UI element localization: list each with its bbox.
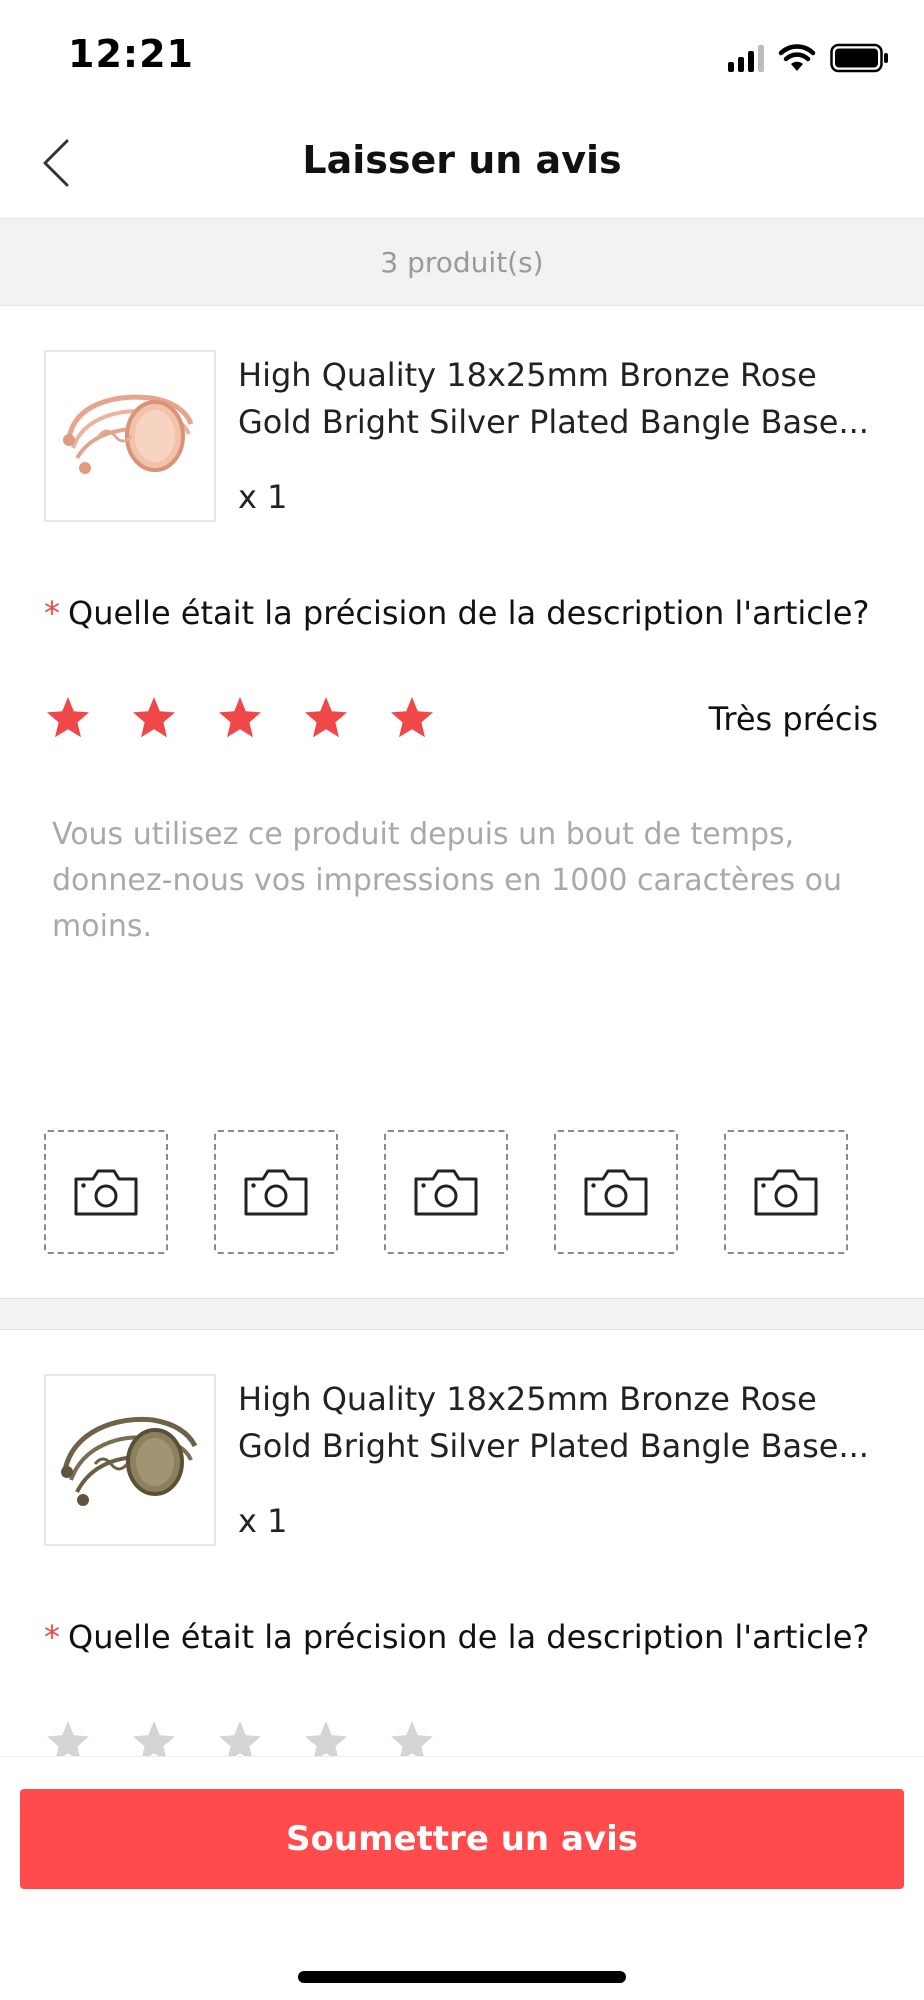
bronze-bangle-image bbox=[44, 1374, 216, 1546]
home-indicator bbox=[298, 1971, 626, 1983]
product-quantity: x 1 bbox=[238, 478, 288, 516]
rose-gold-bangle-image bbox=[44, 350, 216, 522]
section-divider bbox=[0, 1298, 924, 1330]
battery-icon bbox=[830, 43, 888, 73]
product-review-card-1: High Quality 18x25mm Bronze Rose Gold Br… bbox=[0, 306, 924, 1298]
product-review-card-2: High Quality 18x25mm Bronze Rose Gold Br… bbox=[0, 1330, 924, 1762]
product-title[interactable]: High Quality 18x25mm Bronze Rose Gold Br… bbox=[238, 1376, 878, 1470]
add-photo-button[interactable] bbox=[554, 1130, 678, 1254]
required-mark: * bbox=[44, 1618, 60, 1656]
add-photo-button[interactable] bbox=[384, 1130, 508, 1254]
product-title[interactable]: High Quality 18x25mm Bronze Rose Gold Br… bbox=[238, 352, 878, 446]
camera-icon bbox=[584, 1169, 648, 1216]
add-photo-button[interactable] bbox=[44, 1130, 168, 1254]
signal-icon bbox=[728, 44, 764, 72]
rating-label: Très précis bbox=[708, 700, 878, 738]
header: Laisser un avis bbox=[0, 110, 924, 218]
bottom-action-bar: Soumettre un avis bbox=[0, 1756, 924, 2000]
add-photo-button[interactable] bbox=[724, 1130, 848, 1254]
status-time: 12:21 bbox=[68, 32, 194, 76]
star-icon[interactable] bbox=[130, 694, 178, 742]
star-icon[interactable] bbox=[388, 694, 436, 742]
star-icon[interactable] bbox=[216, 694, 264, 742]
review-textarea[interactable] bbox=[44, 806, 880, 1056]
product-count: 3 produit(s) bbox=[380, 245, 544, 279]
camera-icon bbox=[74, 1169, 138, 1216]
accuracy-question: * Quelle était la précision de la descrip… bbox=[44, 594, 869, 632]
product-quantity: x 1 bbox=[238, 1502, 288, 1540]
status-icons bbox=[728, 40, 890, 76]
wifi-icon bbox=[778, 44, 816, 71]
camera-icon bbox=[754, 1169, 818, 1216]
submit-review-button[interactable]: Soumettre un avis bbox=[20, 1789, 904, 1889]
accuracy-question: * Quelle était la précision de la descrip… bbox=[44, 1618, 869, 1656]
star-icon[interactable] bbox=[44, 694, 92, 742]
accuracy-question-text: Quelle était la précision de la descript… bbox=[68, 594, 870, 632]
camera-icon bbox=[414, 1169, 478, 1216]
star-icon[interactable] bbox=[302, 694, 350, 742]
camera-icon bbox=[244, 1169, 308, 1216]
status-bar: 12:21 bbox=[0, 0, 924, 110]
product-count-bar: 3 produit(s) bbox=[0, 218, 924, 306]
add-photo-button[interactable] bbox=[214, 1130, 338, 1254]
accuracy-question-text: Quelle était la précision de la descript… bbox=[68, 1618, 870, 1656]
photo-upload-row bbox=[44, 1130, 848, 1254]
page-title: Laisser un avis bbox=[302, 138, 622, 182]
required-mark: * bbox=[44, 594, 60, 632]
star-rating bbox=[44, 694, 436, 742]
